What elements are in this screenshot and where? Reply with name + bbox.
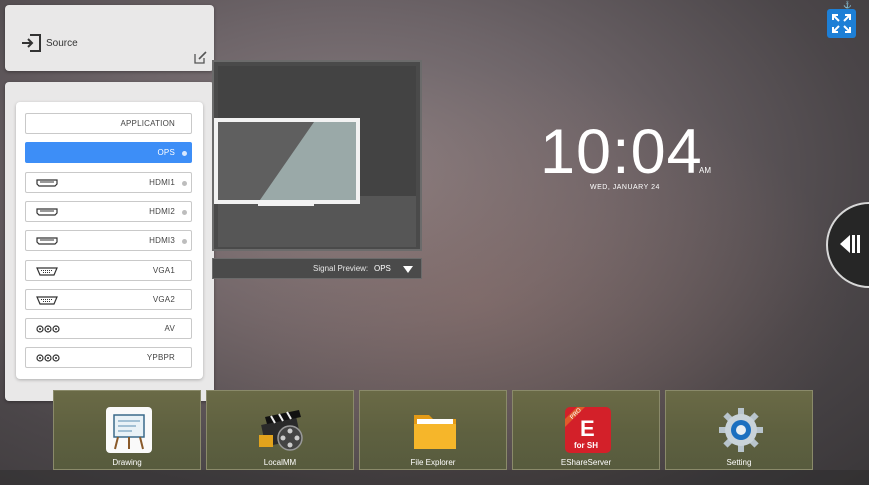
fullscreen-icon — [832, 14, 851, 33]
app-label: Drawing — [112, 458, 142, 467]
signal-dot-icon — [182, 181, 187, 186]
source-item-label: YPBPR — [146, 353, 175, 362]
ypbpr-port-icon — [36, 354, 60, 362]
eshare-server-app-icon: PRO E for SH — [565, 407, 611, 453]
clock-ampm: AM — [699, 166, 711, 175]
app-tile-drawing[interactable]: Drawing — [53, 390, 201, 470]
app-label: EShareServer — [560, 458, 612, 467]
signal-dot-icon — [182, 210, 187, 215]
localmm-app-icon — [259, 410, 303, 451]
app-tile-file-explorer[interactable]: File Explorer — [359, 390, 507, 470]
svg-text:E: E — [580, 416, 595, 441]
clock-time: 10:04 — [540, 117, 703, 187]
file-explorer-app-icon — [414, 415, 456, 449]
source-title: Source — [46, 38, 78, 49]
app-tile-localmm[interactable]: LocalMM — [206, 390, 354, 470]
app-tile-eshareserver[interactable]: PRO E for SH EShareServer — [512, 390, 660, 470]
av-port-icon — [36, 325, 60, 333]
svg-text:for SH: for SH — [574, 441, 598, 450]
source-item-label: HDMI1 — [149, 178, 175, 187]
source-item-vga2[interactable]: VGA2 — [25, 289, 192, 310]
source-item-label: APPLICATION — [120, 119, 175, 128]
clock-date: WED, JANUARY 24 — [590, 184, 660, 191]
signal-preview-window[interactable] — [212, 60, 422, 251]
signal-dot-icon — [182, 239, 187, 244]
hdmi-port-icon — [36, 208, 58, 216]
dock-shadow — [0, 470, 869, 485]
source-item-hdmi3[interactable]: HDMI3 — [25, 230, 192, 251]
source-item-label: VGA2 — [152, 295, 175, 304]
hdmi-port-icon — [36, 237, 58, 245]
source-item-label: AV — [164, 324, 175, 333]
input-source-icon — [22, 34, 41, 52]
antenna-icon: ⚓ — [843, 2, 852, 9]
signal-preview-selector[interactable]: Signal Preview: OPS — [212, 258, 422, 279]
source-item-ypbpr[interactable]: YPBPR — [25, 347, 192, 368]
vga-port-icon — [36, 296, 58, 305]
app-label: Setting — [726, 458, 752, 467]
vga-port-icon — [36, 267, 58, 276]
app-tile-setting[interactable]: Setting — [665, 390, 813, 470]
source-item-ops[interactable]: OPS — [25, 142, 192, 163]
source-item-label: HDMI3 — [149, 236, 175, 245]
source-list-panel: APPLICATION OPS HDMI1 HDMI2 HDMI3 VGA1 V… — [5, 82, 214, 401]
source-item-label: OPS — [157, 148, 175, 157]
dropdown-arrow-icon — [403, 266, 413, 273]
signal-preview-value: OPS — [374, 264, 391, 273]
collapse-arrow-icon — [840, 235, 860, 253]
app-label: LocalMM — [263, 458, 297, 467]
source-list: APPLICATION OPS HDMI1 HDMI2 HDMI3 VGA1 V… — [16, 102, 203, 379]
edit-icon[interactable] — [194, 51, 207, 64]
setting-app-icon — [719, 408, 763, 452]
source-item-hdmi2[interactable]: HDMI2 — [25, 201, 192, 222]
source-item-vga1[interactable]: VGA1 — [25, 260, 192, 281]
source-item-application[interactable]: APPLICATION — [25, 113, 192, 134]
source-item-hdmi1[interactable]: HDMI1 — [25, 172, 192, 193]
signal-dot-icon — [182, 151, 187, 156]
source-item-label: HDMI2 — [149, 207, 175, 216]
app-label: File Explorer — [410, 458, 456, 467]
source-item-av[interactable]: AV — [25, 318, 192, 339]
hdmi-port-icon — [36, 179, 58, 187]
fullscreen-button[interactable] — [827, 9, 856, 38]
drawing-app-icon — [106, 407, 152, 453]
source-header-card: Source — [5, 5, 214, 71]
signal-preview-label: Signal Preview: — [313, 264, 369, 273]
source-item-label: VGA1 — [152, 266, 175, 275]
monitor-icon — [214, 118, 360, 206]
